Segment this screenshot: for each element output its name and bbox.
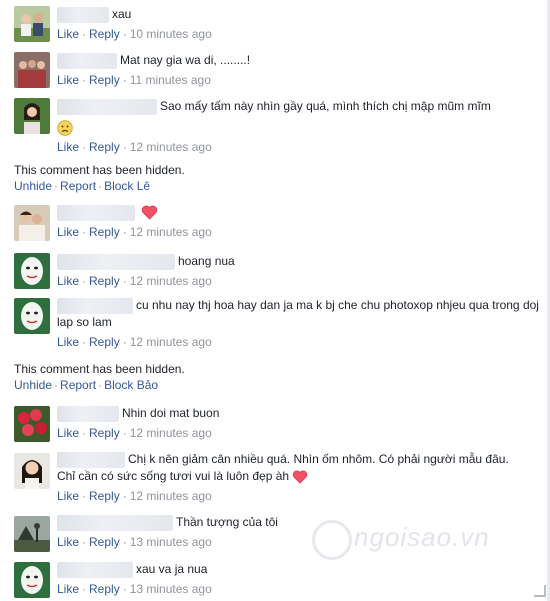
heart-emoji-icon [293,470,308,484]
comment-text: Chị k nên giảm cân nhiều quá. Nhìn ốm nh… [57,451,509,484]
reply-link[interactable]: Reply [89,140,120,154]
avatar-mask[interactable] [14,562,50,598]
comment-text: Nhin doi mat buon [57,405,540,422]
commenter-name-redacted[interactable] [57,52,117,69]
like-link[interactable]: Like [57,582,79,596]
reply-link[interactable]: Reply [89,535,120,549]
commenter-name-redacted[interactable] [57,253,175,270]
watermark-circle-icon [312,520,352,560]
block-link[interactable]: Block Lê [104,179,150,193]
comment-timestamp[interactable]: 12 minutes ago [130,489,212,503]
hidden-comment-notice: This comment has been hidden. Unhide · Rep… [14,162,534,194]
comment-actions: Like · Reply · 12 minutes ago [57,489,212,503]
comment-timestamp[interactable]: 13 minutes ago [130,582,212,596]
reply-link[interactable]: Reply [89,582,120,596]
avatar-mask[interactable] [14,298,50,334]
like-link[interactable]: Like [57,73,79,87]
reply-link[interactable]: Reply [89,489,120,503]
like-link[interactable]: Like [57,27,79,41]
frown-emoji-icon [57,120,73,136]
comment-text: Mat nay gia wa di, ........! [57,52,540,69]
comment-actions: Like · Reply · 12 minutes ago [57,225,212,239]
comment-actions: Like · Reply · 10 minutes ago [57,27,212,41]
hidden-comment-text: This comment has been hidden. [14,362,185,376]
comment-actions: Like · Reply · 11 minutes ago [57,73,211,87]
watermark-text: ngoisao.vn [354,522,490,552]
reply-link[interactable]: Reply [89,73,120,87]
heart-emoji-icon [142,205,158,220]
hidden-comment-actions: Unhide · Report · Block Bảo [14,378,159,392]
like-link[interactable]: Like [57,489,79,503]
reply-link[interactable]: Reply [89,335,120,349]
like-link[interactable]: Like [57,335,79,349]
comment-text: xau va ja nua [57,561,540,578]
commenter-name-redacted[interactable] [57,98,157,115]
commenter-name-redacted[interactable] [57,297,133,314]
like-link[interactable]: Like [57,140,79,154]
hidden-comment-text: This comment has been hidden. [14,163,185,177]
comment-text: xau [57,6,540,23]
hidden-comment-notice: This comment has been hidden. Unhide · Rep… [14,361,534,393]
reply-link[interactable]: Reply [89,27,120,41]
comment-timestamp[interactable]: 13 minutes ago [130,535,212,549]
watermark-logo: ngoisao.vn [312,518,522,562]
comment-timestamp[interactable]: 11 minutes ago [130,73,211,87]
comment-actions: Like · Reply · 12 minutes ago [57,426,212,440]
comment-text: Sao mấy tấm này nhìn gầy quá, mình thích… [57,98,540,115]
avatar-mask[interactable] [14,253,50,289]
like-link[interactable]: Like [57,426,79,440]
comment-timestamp[interactable]: 12 minutes ago [130,225,212,239]
avatar-group[interactable] [14,52,50,88]
avatar-roses[interactable] [14,406,50,442]
avatar-couple-2[interactable] [14,205,50,241]
commenter-name-redacted[interactable] [57,6,109,23]
comment-timestamp[interactable]: 12 minutes ago [130,335,212,349]
comment-timestamp[interactable]: 12 minutes ago [130,140,212,154]
comment-timestamp[interactable]: 10 minutes ago [130,27,212,41]
comment-text: cu nhu nay thj hoa hay dan ja ma k bj ch… [57,297,539,329]
report-link[interactable]: Report [60,378,96,392]
block-link[interactable]: Block Bảo [104,378,158,392]
resize-corner-icon [534,585,546,597]
comment-timestamp[interactable]: 12 minutes ago [130,274,212,288]
comment-actions: Like · Reply · 13 minutes ago [57,582,212,596]
commenter-name-redacted[interactable] [57,451,125,468]
avatar-woman[interactable] [14,98,50,134]
comment-actions: Like · Reply · 12 minutes ago [57,274,212,288]
comment-text: hoang nua [57,253,540,270]
like-link[interactable]: Like [57,274,79,288]
reply-link[interactable]: Reply [89,426,120,440]
hidden-comment-actions: Unhide · Report · Block Lê [14,179,151,193]
like-link[interactable]: Like [57,225,79,239]
commenter-name-redacted[interactable] [57,514,173,531]
commenter-name-redacted[interactable] [57,405,119,422]
avatar-couple[interactable] [14,6,50,42]
comment-timestamp[interactable]: 12 minutes ago [130,426,212,440]
commenter-name-redacted[interactable] [57,204,135,221]
avatar-landscape[interactable] [14,516,50,552]
comment-actions: Like · Reply · 12 minutes ago [57,140,212,154]
unhide-link[interactable]: Unhide [14,179,52,193]
comment-text [57,204,540,221]
report-link[interactable]: Report [60,179,96,193]
like-link[interactable]: Like [57,535,79,549]
commenter-name-redacted[interactable] [57,561,133,578]
comment-actions: Like · Reply · 12 minutes ago [57,335,212,349]
reply-link[interactable]: Reply [89,274,120,288]
avatar-girl[interactable] [14,453,50,489]
reply-link[interactable]: Reply [89,225,120,239]
unhide-link[interactable]: Unhide [14,378,52,392]
